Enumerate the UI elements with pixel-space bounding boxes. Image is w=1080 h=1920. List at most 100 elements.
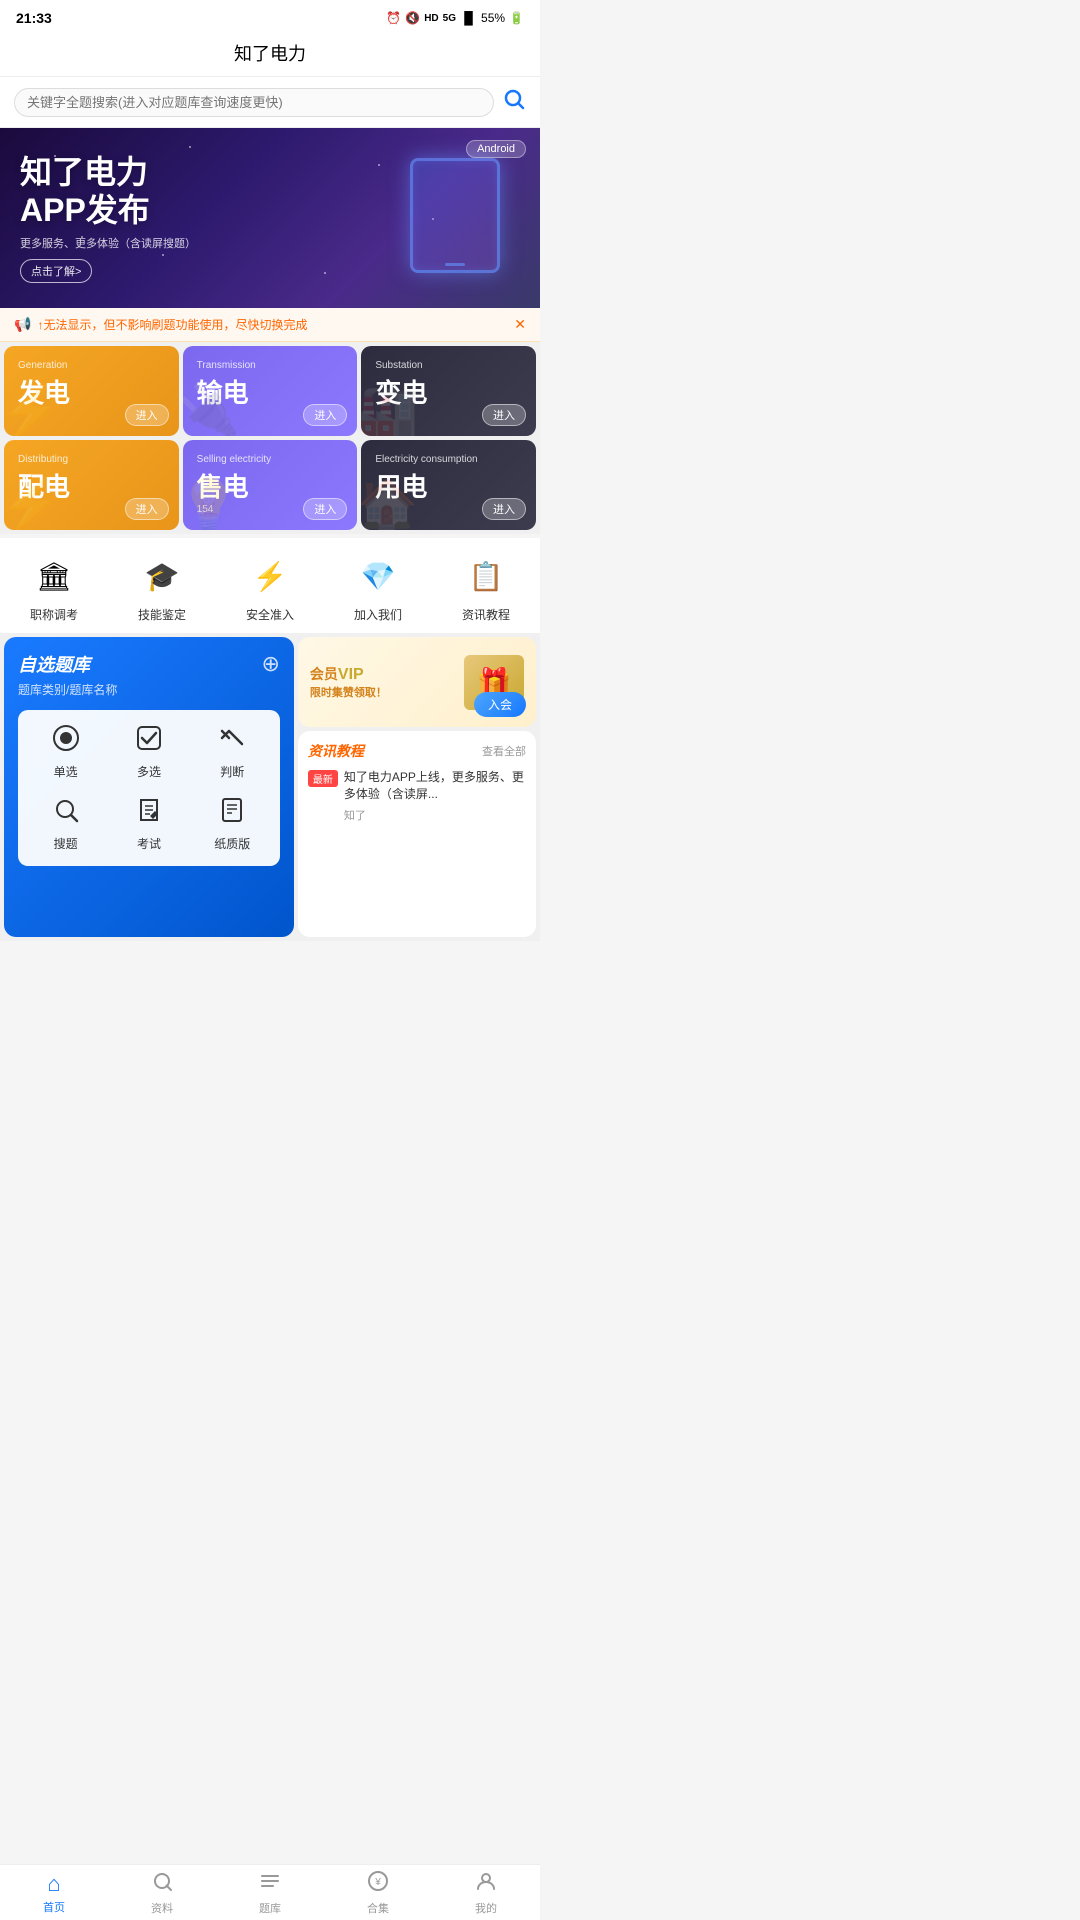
alarm-icon: ⏰ xyxy=(386,11,401,25)
icon-menu-skill-cert[interactable]: 🎓 技能鉴定 xyxy=(108,552,216,623)
single-choice-icon xyxy=(52,724,80,759)
mine-icon xyxy=(475,1870,497,1898)
nav-item-mine[interactable]: 我的 xyxy=(432,1865,540,1920)
custom-bank-options-box: 单选 多选 判断 搜题 xyxy=(18,710,280,866)
multi-choice-label: 多选 xyxy=(137,763,161,780)
search-question-label: 搜题 xyxy=(54,835,78,852)
category-substation[interactable]: Substation 变电 🏭 进入 xyxy=(361,346,536,436)
svg-text:¥: ¥ xyxy=(374,1877,381,1888)
battery-icon: 🔋 xyxy=(509,11,524,25)
news-tutorial-icon: 📋 xyxy=(462,552,510,600)
custom-bank-plus-button[interactable]: ⊕ xyxy=(261,651,279,677)
join-us-icon: 💎 xyxy=(354,552,402,600)
cat-en-distributing: Distributing xyxy=(18,454,165,465)
nav-item-questions[interactable]: 题库 xyxy=(216,1865,324,1920)
nav-item-collection[interactable]: ¥ 合集 xyxy=(324,1865,432,1920)
home-icon: ⌂ xyxy=(47,1871,60,1897)
judgment-icon xyxy=(218,724,246,759)
questions-icon xyxy=(259,1870,281,1898)
data-icon xyxy=(151,1870,173,1898)
news-content: 知了电力APP上线，更多服务、更多体验（含读屏... 知了 xyxy=(344,769,526,823)
icon-menu-title-exam[interactable]: 🏛 职称调考 xyxy=(0,552,108,623)
search-icon xyxy=(502,87,526,111)
custom-bank-header: 自选题库 ⊕ xyxy=(18,651,280,677)
cat-enter-distributing[interactable]: 进入 xyxy=(125,498,169,520)
news-source: 知了 xyxy=(344,807,526,823)
bank-item-judgment[interactable]: 判断 xyxy=(195,724,270,780)
banner-cta-button[interactable]: 点击了解> xyxy=(20,259,92,283)
icon-menu-news-tutorial[interactable]: 📋 资讯教程 xyxy=(432,552,540,623)
search-input-wrap[interactable] xyxy=(14,88,494,117)
banner-android-tag: Android xyxy=(466,140,526,158)
cat-enter-consumption[interactable]: 进入 xyxy=(482,498,526,520)
5g-icon: 5G xyxy=(443,13,456,24)
title-exam-icon: 🏛 xyxy=(30,552,78,600)
safety-icon: ⚡ xyxy=(246,552,294,600)
banner-text-area: 知了电力 APP发布 更多服务、更多体验（含读屏搜题） 点击了解> xyxy=(20,153,410,284)
news-tutorial-label: 资讯教程 xyxy=(462,606,510,623)
judgment-label: 判断 xyxy=(220,763,244,780)
banner[interactable]: 知了电力 APP发布 更多服务、更多体验（含读屏搜题） 点击了解> Androi… xyxy=(0,128,540,308)
news-item[interactable]: 最新 知了电力APP上线，更多服务、更多体验（含读屏... 知了 xyxy=(308,769,526,823)
vip-join-button[interactable]: 入会 xyxy=(474,692,526,717)
notice-bar: 📢 ↑无法显示，但不影响刷题功能使用，尽快切换完成 ✕ xyxy=(0,308,540,342)
icon-menu-join-us[interactable]: 💎 加入我们 xyxy=(324,552,432,623)
bank-item-multi-choice[interactable]: 多选 xyxy=(111,724,186,780)
notice-close-button[interactable]: ✕ xyxy=(514,316,526,333)
cat-enter-transmission[interactable]: 进入 xyxy=(303,404,347,426)
exam-label: 考试 xyxy=(137,835,161,852)
mute-icon: 🔇 xyxy=(405,11,420,25)
category-grid: Generation 发电 ⚡ 进入 Transmission 输电 🔌 进入 … xyxy=(0,342,540,534)
icon-menu-safety[interactable]: ⚡ 安全准入 xyxy=(216,552,324,623)
category-generation[interactable]: Generation 发电 ⚡ 进入 xyxy=(4,346,179,436)
cat-enter-selling[interactable]: 进入 xyxy=(303,498,347,520)
questions-label: 题库 xyxy=(259,1900,281,1916)
search-bar xyxy=(0,77,540,128)
news-view-all-button[interactable]: 查看全部 xyxy=(482,743,526,759)
bottom-section: 自选题库 ⊕ 题库类别/题库名称 单选 多选 xyxy=(0,633,540,941)
bank-item-search-question[interactable]: 搜题 xyxy=(28,796,103,852)
bank-item-exam[interactable]: 考试 xyxy=(111,796,186,852)
app-header: 知了电力 xyxy=(0,32,540,77)
nav-item-home[interactable]: ⌂ 首页 xyxy=(0,1865,108,1920)
single-choice-label: 单选 xyxy=(54,763,78,780)
vip-subtitle: 限时集赞领取！ xyxy=(310,684,456,700)
search-button[interactable] xyxy=(502,87,526,117)
safety-label: 安全准入 xyxy=(246,606,294,623)
vip-title: 会员VIP xyxy=(310,664,456,684)
bank-options-grid: 单选 多选 判断 搜题 xyxy=(28,724,270,852)
category-selling[interactable]: Selling electricity 售电 154 💡 进入 xyxy=(183,440,358,530)
custom-bank-title: 自选题库 xyxy=(18,651,90,677)
cat-bg-icon-transmission: 🔌 xyxy=(183,382,240,436)
exam-icon xyxy=(135,796,163,831)
banner-subtitle: 更多服务、更多体验（含读屏搜题） xyxy=(20,235,410,251)
tablet-shape xyxy=(410,158,500,273)
category-distributing[interactable]: Distributing 配电 ⚡ 进入 xyxy=(4,440,179,530)
home-label: 首页 xyxy=(43,1899,65,1915)
cat-en-consumption: Electricity consumption xyxy=(375,454,522,465)
data-label: 资料 xyxy=(151,1900,173,1916)
news-badge: 最新 xyxy=(308,770,338,787)
bank-item-paper[interactable]: 纸质版 xyxy=(195,796,270,852)
right-column: 会员VIP 限时集赞领取！ 🎁 入会 资讯教程 查看全部 最新 知了电力APP上… xyxy=(298,637,536,937)
category-transmission[interactable]: Transmission 输电 🔌 进入 xyxy=(183,346,358,436)
nav-item-data[interactable]: 资料 xyxy=(108,1865,216,1920)
vip-card[interactable]: 会员VIP 限时集赞领取！ 🎁 入会 xyxy=(298,637,536,727)
search-input[interactable] xyxy=(27,95,481,110)
category-consumption[interactable]: Electricity consumption 用电 🏠 进入 xyxy=(361,440,536,530)
notice-text: ↑无法显示，但不影响刷题功能使用，尽快切换完成 xyxy=(37,316,508,333)
cat-bg-icon-consumption: 🏠 xyxy=(361,476,418,530)
bank-item-single-choice[interactable]: 单选 xyxy=(28,724,103,780)
cat-enter-generation[interactable]: 进入 xyxy=(125,404,169,426)
skill-cert-label: 技能鉴定 xyxy=(138,606,186,623)
cat-en-transmission: Transmission xyxy=(197,360,344,371)
custom-bank-card: 自选题库 ⊕ 题库类别/题库名称 单选 多选 xyxy=(4,637,294,937)
banner-title: 知了电力 APP发布 xyxy=(20,153,410,230)
mine-label: 我的 xyxy=(475,1900,497,1916)
cat-bg-icon-substation: 🏭 xyxy=(361,382,418,436)
cat-enter-substation[interactable]: 进入 xyxy=(482,404,526,426)
cat-bg-icon-generation: ⚡ xyxy=(4,382,61,436)
cat-en-selling: Selling electricity xyxy=(197,454,344,465)
cat-bg-icon-distributing: ⚡ xyxy=(4,476,61,530)
collection-icon: ¥ xyxy=(367,1870,389,1898)
